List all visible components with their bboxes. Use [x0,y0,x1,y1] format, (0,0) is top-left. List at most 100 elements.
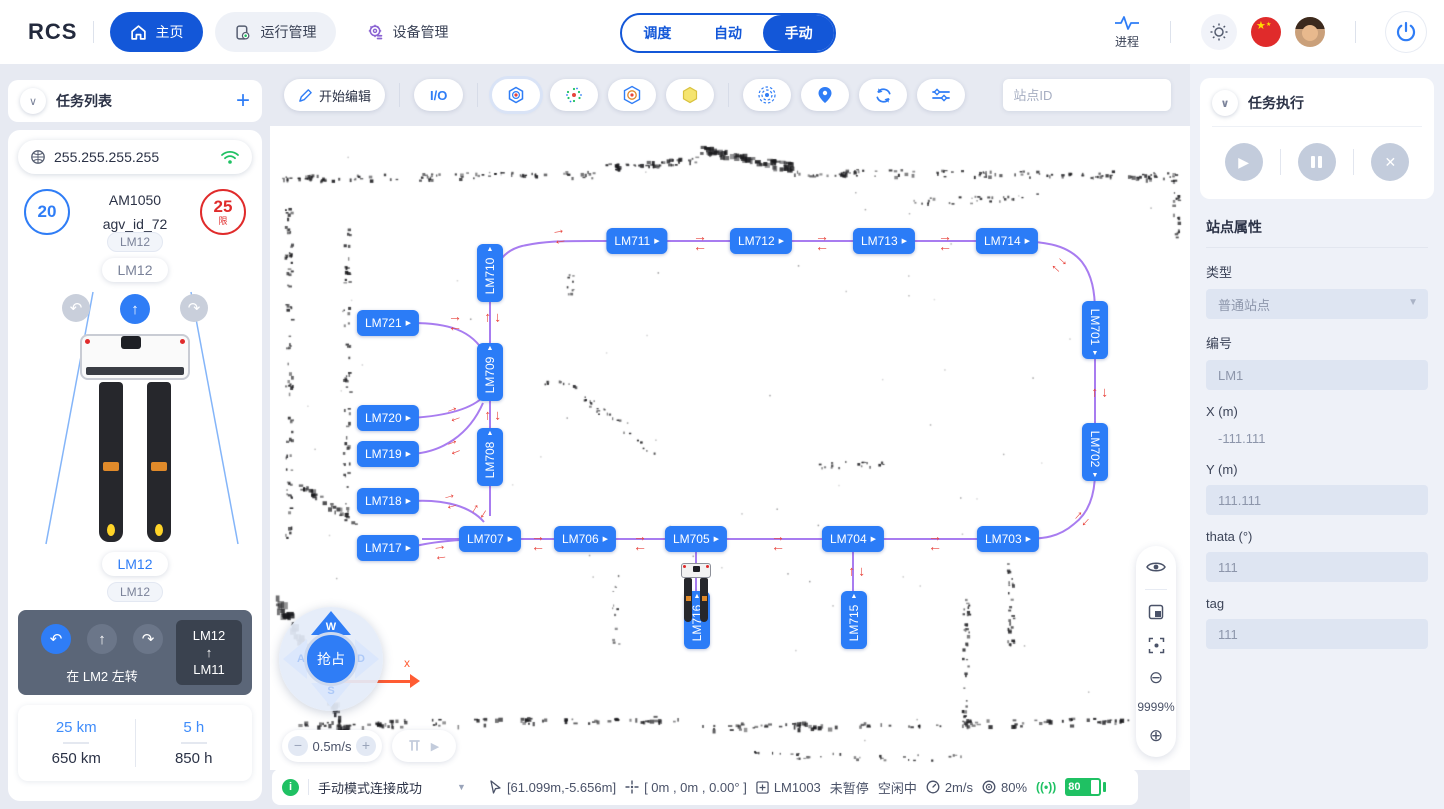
user-avatar[interactable] [1295,17,1325,47]
speed-decrease-button[interactable]: − [288,736,308,756]
map-node-lm712[interactable]: LM712▶ [730,228,792,254]
io-button[interactable]: I/O [414,79,463,111]
minimap-icon [1148,604,1164,620]
minimap-button[interactable] [1145,601,1167,623]
start-edit-button[interactable]: 开始编辑 [284,79,385,111]
nav-straight-button[interactable]: ↑ [87,624,117,654]
direction-arrows: →← [771,531,785,551]
map-node-lm707[interactable]: LM707▶ [459,526,521,552]
go-straight-button[interactable]: ↑ [120,294,150,324]
direction-arrows: →← [432,539,449,561]
station-search-input[interactable] [1013,88,1189,103]
map-node-lm713[interactable]: LM713▶ [853,228,915,254]
refresh-button[interactable] [859,79,907,111]
collapse-chevron-icon[interactable]: ∨ [20,88,46,114]
filter-button[interactable] [917,79,965,111]
agv-ip-row[interactable]: 255.255.255.255 [18,140,252,174]
map-node-lm718[interactable]: LM718▶ [357,488,419,514]
mode-auto[interactable]: 自动 [693,15,764,51]
power-button[interactable] [1386,12,1426,52]
zoom-out-button[interactable]: ⊖ [1145,667,1167,689]
station-properties-title: 站点属性 [1206,217,1428,248]
task-play-button[interactable]: ▶ [1225,143,1263,181]
status-dropdown-caret[interactable]: ▼ [457,782,466,792]
nav-turn-left-button[interactable]: ↶ [41,624,71,654]
process-label: 进程 [1115,33,1139,50]
divider [1353,149,1354,175]
layer-zone-button[interactable] [666,79,714,111]
map-node-lm704[interactable]: LM704▶ [822,526,884,552]
manual-joystick: W A S D 抢占 [279,607,383,711]
map-node-lm717[interactable]: LM717▶ [357,535,419,561]
map-canvas[interactable]: LM711▶ LM712▶ LM713▶ LM714▶ ▲LM710 LM721▶ ▲LM7… [270,126,1190,770]
map-node-lm721[interactable]: LM721▶ [357,310,419,336]
map-node-lm706[interactable]: LM706▶ [554,526,616,552]
mode-dispatch[interactable]: 调度 [622,15,693,51]
map-node-lm711[interactable]: LM711▶ [606,228,667,254]
fork-icon [409,739,425,753]
code-field[interactable] [1206,360,1428,390]
map-node-lm705[interactable]: LM705▶ [665,526,727,552]
map-node-lm708[interactable]: ▲LM708 [477,428,503,486]
station-search [1003,79,1171,111]
direction-arrows: →← [938,231,952,251]
layer-stations-button[interactable] [492,79,540,111]
layer-pointcloud-button[interactable] [550,79,598,111]
turn-left-button[interactable]: ↶ [62,294,90,322]
agv-names: AM1050 agv_id_72 [103,188,168,236]
nav-operations-pill[interactable]: 运行管理 [215,12,336,52]
runtime-stat: 5 h 850 h [136,719,253,767]
nav-turn-right-button[interactable]: ↷ [133,624,163,654]
map-node-lm715[interactable]: ▲LM715 [841,591,867,649]
chevron-down-icon: ▼ [1408,297,1418,308]
speed-increase-button[interactable]: + [356,736,376,756]
nav-devices-pill[interactable]: 设备管理 [346,12,468,52]
tag-field[interactable] [1206,619,1428,649]
station-plus-icon [756,781,769,794]
signal-icon: ((•)) [1036,780,1056,794]
language-flag-button[interactable]: ★★ [1251,17,1281,47]
task-pause-button[interactable] [1298,143,1336,181]
y-field[interactable] [1206,485,1428,515]
map-node-lm719[interactable]: LM719▶ [357,441,419,467]
runtime-total: 850 h [136,750,253,767]
type-select[interactable]: ▼ [1206,289,1428,319]
map-node-lm702[interactable]: ▼LM702 [1082,423,1108,481]
seize-control-button[interactable]: 抢占 [304,632,358,686]
zoom-in-button[interactable]: ⊕ [1145,725,1167,747]
collapse-chevron-icon[interactable]: ∨ [1212,90,1238,116]
speed-step-value: 0.5m/s [312,739,351,754]
add-task-button[interactable]: + [236,87,250,115]
fork-action-button[interactable]: ▶ [392,730,456,762]
map-node-lm714[interactable]: LM714▶ [976,228,1038,254]
odometer-total: 650 km [18,750,135,767]
type-select-value[interactable] [1206,289,1428,319]
process-button[interactable]: 进程 [1114,15,1140,50]
map-node-lm720[interactable]: LM720▶ [357,405,419,431]
center-view-button[interactable] [1145,634,1167,656]
agv-stats-card: 25 km 650 km 5 h 850 h [18,705,252,781]
theme-button[interactable] [1201,14,1237,50]
divider [728,83,729,107]
map-node-lm703[interactable]: LM703▶ [977,526,1039,552]
joystick-d-button[interactable]: D [355,639,379,679]
nav-home-pill[interactable]: 主页 [110,12,203,52]
route-to: LM11 [176,662,242,677]
map-node-lm701[interactable]: ▼LM701 [1082,301,1108,359]
layer-target-button[interactable] [608,79,656,111]
visibility-button[interactable] [1145,556,1167,578]
task-cancel-button[interactable]: ✕ [1371,143,1409,181]
map-node-lm709[interactable]: ▲LM709 [477,343,503,401]
joystick-s-button[interactable]: S [311,683,351,707]
task-execution-panel: ∨ 任务执行 ▶ ✕ 站点属性 类型 ▼ 编号 X (m) -111.111 Y… [1190,64,1444,809]
map-robot-marker[interactable] [681,563,711,627]
theta-field[interactable] [1206,552,1428,582]
turn-right-button[interactable]: ↷ [180,294,208,322]
task-list-header: ∨ 任务列表 + [8,80,262,122]
relocate-button[interactable] [743,79,791,111]
mode-manual[interactable]: 手动 [763,15,834,51]
map-node-lm710[interactable]: ▲LM710 [477,244,503,302]
locate-button[interactable] [801,79,849,111]
task-execution-title: 任务执行 [1248,93,1304,113]
agv-lane-view: ↶ ↑ ↷ [18,286,252,546]
